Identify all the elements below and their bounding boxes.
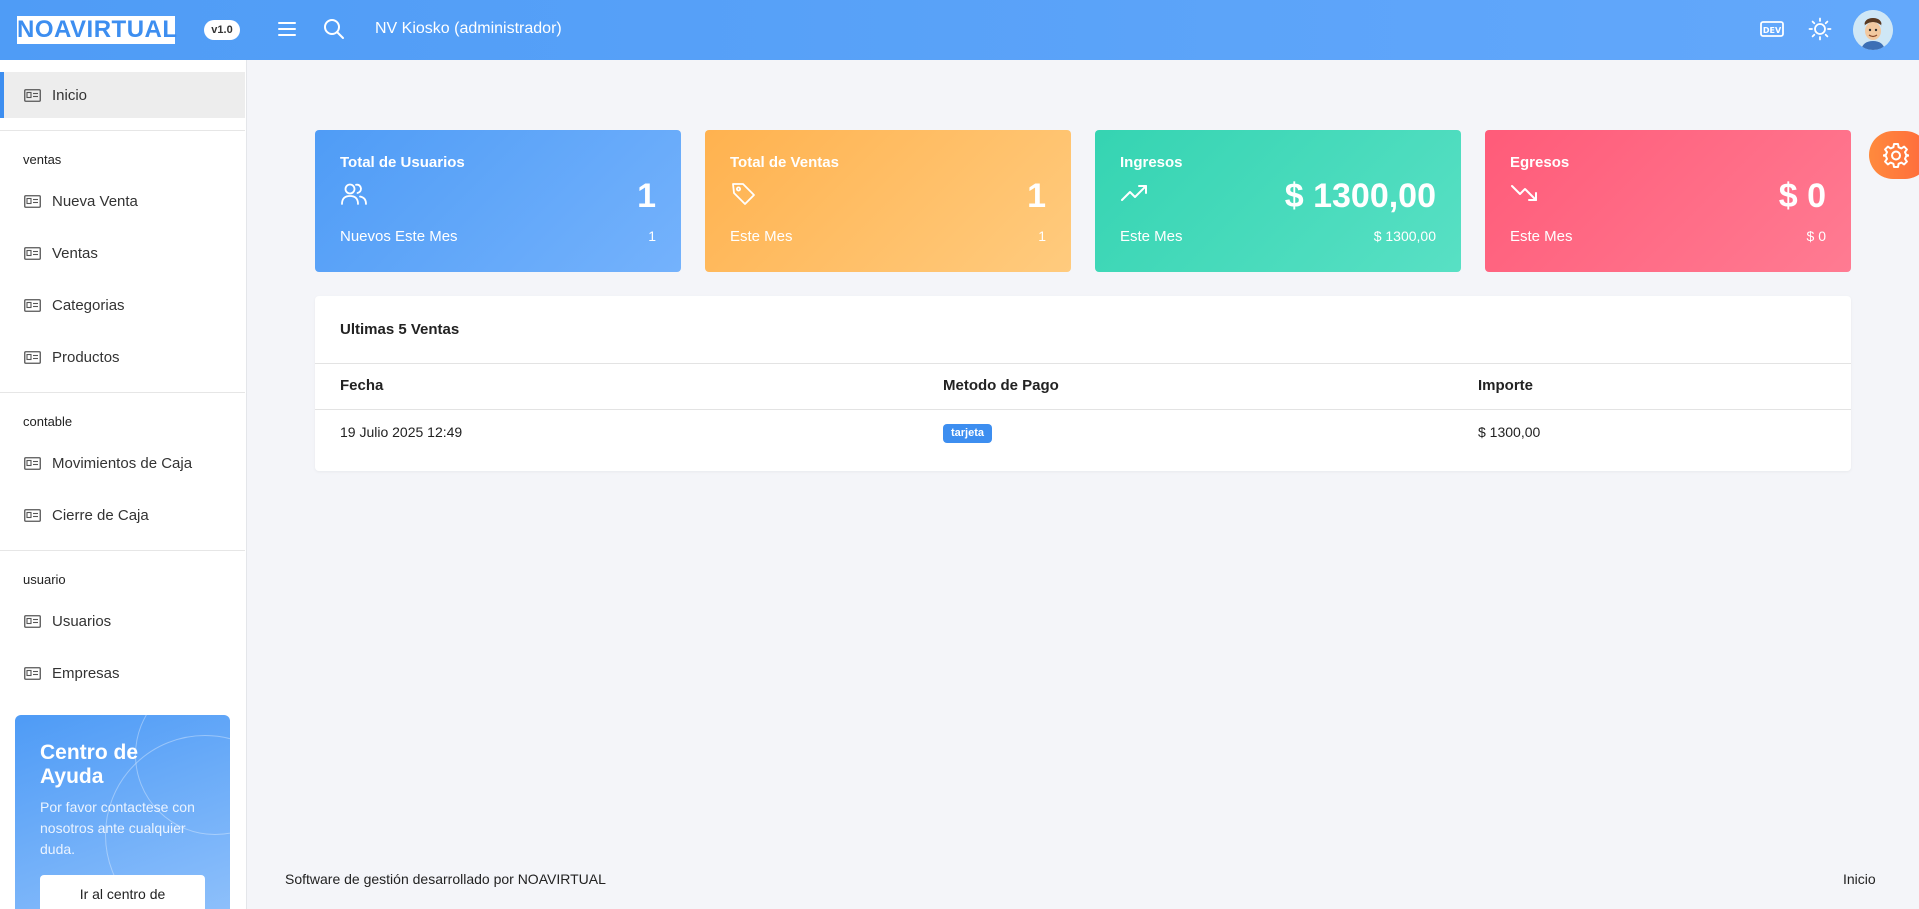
trending-down-icon [1511, 185, 1537, 201]
trending-up-icon [1121, 185, 1147, 201]
stat-sub-value: 1 [648, 228, 656, 244]
stat-title: Total de Usuarios [340, 154, 465, 171]
sidebar-item-label: Productos [52, 348, 120, 366]
stat-title: Ingresos [1120, 154, 1183, 171]
search-icon[interactable] [322, 17, 346, 41]
divider [0, 392, 245, 393]
sidebar-item-inicio[interactable]: Inicio [0, 72, 245, 118]
stat-sub-value: $ 0 [1806, 228, 1826, 244]
id-card-icon [24, 298, 41, 312]
divider [0, 550, 245, 551]
sidebar-item-ventas[interactable]: Ventas [0, 230, 245, 276]
column-header-fecha: Fecha [340, 377, 384, 394]
section-title-ventas: ventas [23, 152, 62, 167]
dev-badge-text: DEV [1763, 26, 1782, 35]
settings-button[interactable] [1869, 131, 1919, 179]
stat-sub-value: 1 [1038, 228, 1046, 244]
help-center-button[interactable]: Ir al centro de [40, 875, 205, 909]
id-card-icon [24, 666, 41, 680]
stat-value: $ 1300,00 [1284, 177, 1436, 215]
stat-title: Egresos [1510, 154, 1570, 171]
avatar[interactable] [1853, 10, 1893, 50]
id-card-icon [24, 614, 41, 628]
stat-card-usuarios: Total de Usuarios 1 Nuevos Este Mes 1 [315, 130, 681, 272]
id-card-icon [24, 508, 41, 522]
sidebar-item-label: Categorias [52, 296, 125, 314]
top-bar: NOAVIRTUAL v1.0 NV Kiosko (administrador… [0, 0, 1919, 60]
stat-sub-label: Nuevos Este Mes [340, 228, 458, 245]
id-card-icon [24, 194, 41, 208]
dev-icon[interactable]: DEV [1759, 19, 1785, 39]
stat-card-ingresos: Ingresos $ 1300,00 Este Mes $ 1300,00 [1095, 130, 1461, 272]
stat-title: Total de Ventas [730, 154, 839, 171]
footer-text: Software de gestión desarrollado por NOA… [285, 871, 606, 887]
version-badge: v1.0 [204, 20, 240, 40]
section-title-usuario: usuario [23, 572, 66, 587]
divider [315, 363, 1851, 364]
sidebar-item-label: Usuarios [52, 612, 112, 630]
sidebar-item-cierre-de-caja[interactable]: Cierre de Caja [0, 492, 245, 538]
sidebar-item-nueva-venta[interactable]: Nueva Venta [0, 178, 245, 224]
sidebar-item-label: Movimientos de Caja [52, 454, 193, 472]
sun-icon[interactable] [1808, 17, 1832, 41]
section-title-contable: contable [23, 414, 73, 429]
divider [315, 409, 1851, 410]
column-header-importe: Importe [1478, 377, 1534, 394]
stat-value: $ 0 [1778, 177, 1826, 215]
card-title: Ultimas 5 Ventas [340, 321, 460, 338]
sidebar-item-empresas[interactable]: Empresas [0, 650, 245, 696]
stat-card-egresos: Egresos $ 0 Este Mes $ 0 [1485, 130, 1851, 272]
menu-icon[interactable] [276, 18, 298, 40]
sidebar: Inicio ventas Nueva Venta Ventas Categor… [0, 60, 247, 909]
stat-value: 1 [1027, 177, 1046, 215]
help-center-card: Centro de Ayuda Por favor contactese con… [15, 715, 230, 909]
stat-value: 1 [637, 177, 656, 215]
cell-importe: $ 1300,00 [1478, 424, 1541, 440]
stat-sub-label: Este Mes [1120, 228, 1183, 245]
sidebar-item-categorias[interactable]: Categorias [0, 282, 245, 328]
sidebar-item-usuarios[interactable]: Usuarios [0, 598, 245, 644]
stat-sub-label: Este Mes [1510, 228, 1573, 245]
tag-icon [732, 183, 755, 205]
gear-icon [1883, 143, 1909, 168]
footer-link-inicio[interactable]: Inicio [1843, 871, 1876, 887]
id-card-icon [24, 350, 41, 364]
id-card-icon [24, 456, 41, 470]
help-text: Por favor contactese con nosotros ante c… [40, 799, 195, 857]
stat-sub-label: Este Mes [730, 228, 793, 245]
help-title: Centro de Ayuda [40, 741, 139, 788]
sidebar-item-movimientos-de-caja[interactable]: Movimientos de Caja [0, 440, 245, 486]
last-sales-card: Ultimas 5 Ventas Fecha Metodo de Pago Im… [315, 296, 1851, 471]
users-icon [341, 183, 367, 205]
id-card-icon [24, 246, 41, 260]
sidebar-item-label: Cierre de Caja [52, 506, 149, 524]
payment-method-badge: tarjeta [943, 424, 993, 443]
sidebar-item-productos[interactable]: Productos [0, 334, 245, 380]
sidebar-item-label: Ventas [52, 244, 98, 262]
sidebar-item-label: Nueva Venta [52, 192, 138, 210]
logo[interactable]: NOAVIRTUAL [17, 16, 177, 44]
stat-card-ventas: Total de Ventas 1 Este Mes 1 [705, 130, 1071, 272]
cell-fecha: 19 Julio 2025 12:49 [340, 424, 463, 440]
id-card-icon [24, 88, 41, 102]
sidebar-item-label: Empresas [52, 664, 120, 682]
page-title: NV Kiosko (administrador) [375, 20, 562, 37]
divider [0, 130, 245, 131]
sidebar-item-label: Inicio [52, 86, 88, 104]
column-header-metodo: Metodo de Pago [943, 377, 1059, 394]
stat-sub-value: $ 1300,00 [1373, 228, 1436, 244]
